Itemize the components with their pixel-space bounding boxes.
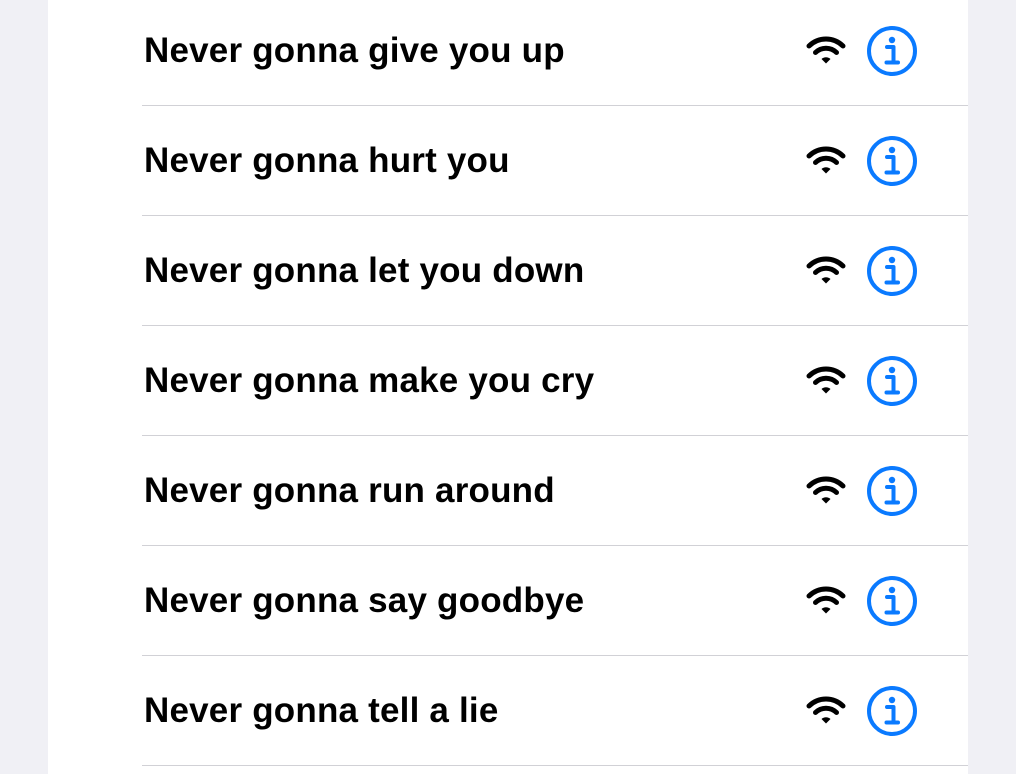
wifi-icon <box>806 35 846 67</box>
network-list: Never gonna give you up Never gonna hurt … <box>48 0 968 766</box>
network-name: Never gonna say goodbye <box>144 581 585 620</box>
network-row[interactable]: Never gonna say goodbye <box>48 546 968 656</box>
info-circle-icon[interactable] <box>866 685 918 737</box>
info-circle-icon[interactable] <box>866 575 918 627</box>
wifi-icon <box>806 695 846 727</box>
info-circle-icon[interactable] <box>866 25 918 77</box>
info-circle-icon[interactable] <box>866 245 918 297</box>
network-name: Never gonna run around <box>144 471 555 510</box>
network-row[interactable]: Never gonna give you up <box>48 0 968 106</box>
network-row[interactable]: Never gonna run around <box>48 436 968 546</box>
wifi-icon <box>806 255 846 287</box>
wifi-icon <box>806 365 846 397</box>
network-name: Never gonna hurt you <box>144 141 510 180</box>
info-circle-icon[interactable] <box>866 355 918 407</box>
info-circle-icon[interactable] <box>866 135 918 187</box>
network-row[interactable]: Never gonna hurt you <box>48 106 968 216</box>
wifi-icon <box>806 475 846 507</box>
network-row[interactable]: Never gonna let you down <box>48 216 968 326</box>
wifi-icon <box>806 145 846 177</box>
network-row[interactable]: Never gonna make you cry <box>48 326 968 436</box>
network-name: Never gonna give you up <box>144 31 565 70</box>
network-row[interactable]: Never gonna tell a lie <box>48 656 968 766</box>
networks-card: Never gonna give you up Never gonna hurt … <box>48 0 968 774</box>
network-name: Never gonna make you cry <box>144 361 595 400</box>
info-circle-icon[interactable] <box>866 465 918 517</box>
network-name: Never gonna tell a lie <box>144 691 499 730</box>
wifi-icon <box>806 585 846 617</box>
network-name: Never gonna let you down <box>144 251 585 290</box>
